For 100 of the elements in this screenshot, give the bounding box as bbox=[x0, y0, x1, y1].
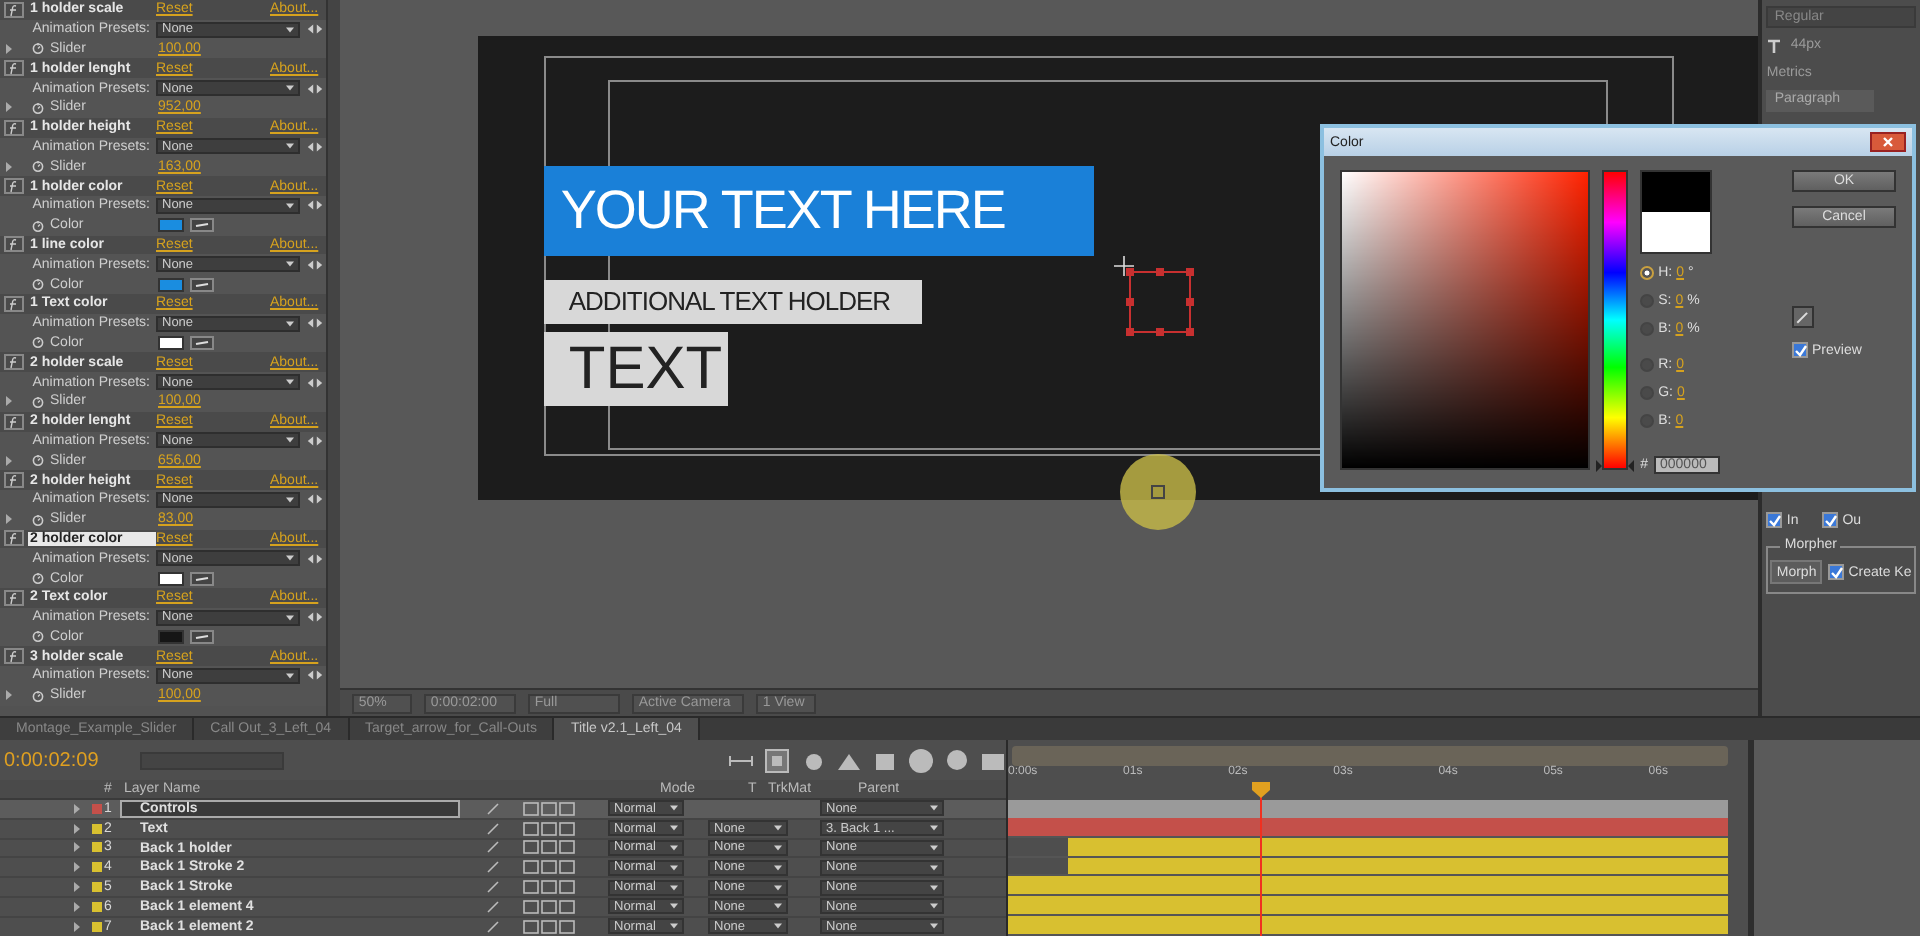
fx-icon bbox=[4, 530, 24, 547]
caret-icon bbox=[670, 863, 678, 872]
caret-icon bbox=[774, 922, 782, 931]
caret-icon bbox=[774, 863, 782, 872]
caret-icon bbox=[930, 863, 938, 872]
stopwatch-icon[interactable] bbox=[32, 278, 44, 291]
arrows-icon[interactable] bbox=[306, 670, 324, 681]
fx-icon bbox=[4, 236, 24, 253]
caret-icon bbox=[286, 378, 294, 387]
fx-icon bbox=[4, 60, 24, 77]
color-swatch[interactable] bbox=[158, 335, 184, 350]
stopwatch-icon[interactable] bbox=[32, 219, 44, 232]
checkbox[interactable] bbox=[1828, 564, 1845, 580]
arrows-icon[interactable] bbox=[306, 435, 324, 446]
radio-button[interactable] bbox=[1640, 266, 1655, 280]
color-swatch[interactable] bbox=[158, 218, 184, 233]
color-field[interactable] bbox=[1340, 170, 1591, 470]
eyedropper-icon[interactable] bbox=[190, 335, 214, 350]
caret-icon bbox=[286, 319, 294, 328]
stopwatch-icon[interactable] bbox=[32, 101, 44, 114]
caret-icon bbox=[286, 613, 294, 622]
caret-icon bbox=[774, 883, 782, 892]
arrows-icon[interactable] bbox=[306, 494, 324, 505]
expand-triangle-icon[interactable] bbox=[3, 102, 13, 113]
checkbox[interactable] bbox=[1792, 342, 1808, 358]
caret-icon bbox=[930, 824, 938, 833]
text-holder: TEXT bbox=[544, 332, 729, 406]
caret-icon bbox=[286, 201, 294, 210]
caret-icon bbox=[286, 554, 294, 563]
fx-icon bbox=[4, 354, 24, 371]
arrows-icon[interactable] bbox=[306, 83, 324, 94]
expand-triangle-icon[interactable] bbox=[3, 396, 13, 407]
fx-icon bbox=[4, 178, 24, 195]
caret-icon bbox=[930, 883, 938, 892]
expand-triangle-icon[interactable] bbox=[3, 161, 13, 172]
stopwatch-icon[interactable] bbox=[32, 630, 44, 643]
fx-icon bbox=[4, 295, 24, 312]
selection-box-icon bbox=[1114, 256, 1195, 336]
caret-icon bbox=[286, 260, 294, 269]
close-icon bbox=[1882, 135, 1894, 147]
arrows-icon[interactable] bbox=[306, 553, 324, 564]
arrows-icon[interactable] bbox=[306, 259, 324, 270]
fx-icon bbox=[4, 413, 24, 430]
caret-icon bbox=[286, 142, 294, 151]
caret-icon bbox=[286, 436, 294, 445]
caret-icon bbox=[286, 25, 294, 34]
checkbox[interactable] bbox=[1822, 512, 1839, 528]
caret-icon bbox=[930, 804, 938, 813]
fx-icon bbox=[4, 1, 24, 18]
color-swatch[interactable] bbox=[158, 629, 184, 644]
close-button[interactable] bbox=[1870, 132, 1906, 152]
stopwatch-icon[interactable] bbox=[32, 454, 44, 467]
caret-icon bbox=[774, 843, 782, 852]
cursor-highlight-icon bbox=[1118, 452, 1199, 532]
arrows-icon[interactable] bbox=[306, 377, 324, 388]
expand-triangle-icon[interactable] bbox=[3, 43, 13, 54]
arrows-icon[interactable] bbox=[306, 24, 324, 35]
arrows-icon[interactable] bbox=[306, 141, 324, 152]
expand-triangle-icon[interactable] bbox=[3, 514, 13, 525]
caret-icon bbox=[286, 671, 294, 680]
eyedropper-icon[interactable] bbox=[190, 571, 214, 585]
fx-icon bbox=[4, 648, 24, 665]
arrows-icon[interactable] bbox=[306, 612, 324, 623]
eyedropper-icon[interactable] bbox=[190, 629, 214, 644]
fx-icon bbox=[4, 472, 24, 489]
caret-icon bbox=[286, 84, 294, 93]
expand-triangle-icon[interactable] bbox=[3, 455, 13, 466]
caret-icon bbox=[774, 902, 782, 911]
caret-icon bbox=[930, 902, 938, 911]
checkbox[interactable] bbox=[1766, 512, 1783, 528]
stopwatch-icon[interactable] bbox=[32, 689, 44, 702]
eyedropper-icon[interactable] bbox=[190, 277, 214, 292]
stopwatch-icon[interactable] bbox=[32, 572, 44, 584]
color-swatch[interactable] bbox=[158, 571, 184, 585]
stopwatch-icon[interactable] bbox=[32, 160, 44, 173]
eyedropper-icon[interactable] bbox=[1792, 306, 1814, 328]
font-size-icon bbox=[1766, 37, 1783, 53]
caret-icon bbox=[670, 922, 678, 931]
caret-icon bbox=[670, 824, 678, 833]
caret-icon bbox=[670, 883, 678, 892]
caret-icon bbox=[670, 843, 678, 852]
fx-icon bbox=[4, 589, 24, 606]
hue-slider-thumb[interactable] bbox=[1596, 460, 1635, 472]
stopwatch-icon[interactable] bbox=[32, 513, 44, 526]
eyedropper-icon[interactable] bbox=[190, 218, 214, 233]
arrows-icon[interactable] bbox=[306, 200, 324, 211]
color-preview bbox=[1640, 170, 1713, 254]
arrows-icon[interactable] bbox=[306, 318, 324, 329]
stopwatch-icon[interactable] bbox=[32, 42, 44, 55]
stopwatch-icon[interactable] bbox=[32, 336, 44, 349]
caret-icon bbox=[670, 902, 678, 911]
fx-icon bbox=[4, 119, 24, 136]
stopwatch-icon[interactable] bbox=[32, 395, 44, 408]
caret-icon bbox=[930, 922, 938, 931]
caret-icon bbox=[670, 804, 678, 813]
caret-icon bbox=[286, 495, 294, 504]
color-swatch[interactable] bbox=[158, 277, 184, 292]
expand-triangle-icon[interactable] bbox=[3, 690, 13, 701]
timecode: 0:00:02:09 bbox=[4, 749, 101, 771]
layer-duration-bar[interactable] bbox=[1008, 876, 1728, 895]
